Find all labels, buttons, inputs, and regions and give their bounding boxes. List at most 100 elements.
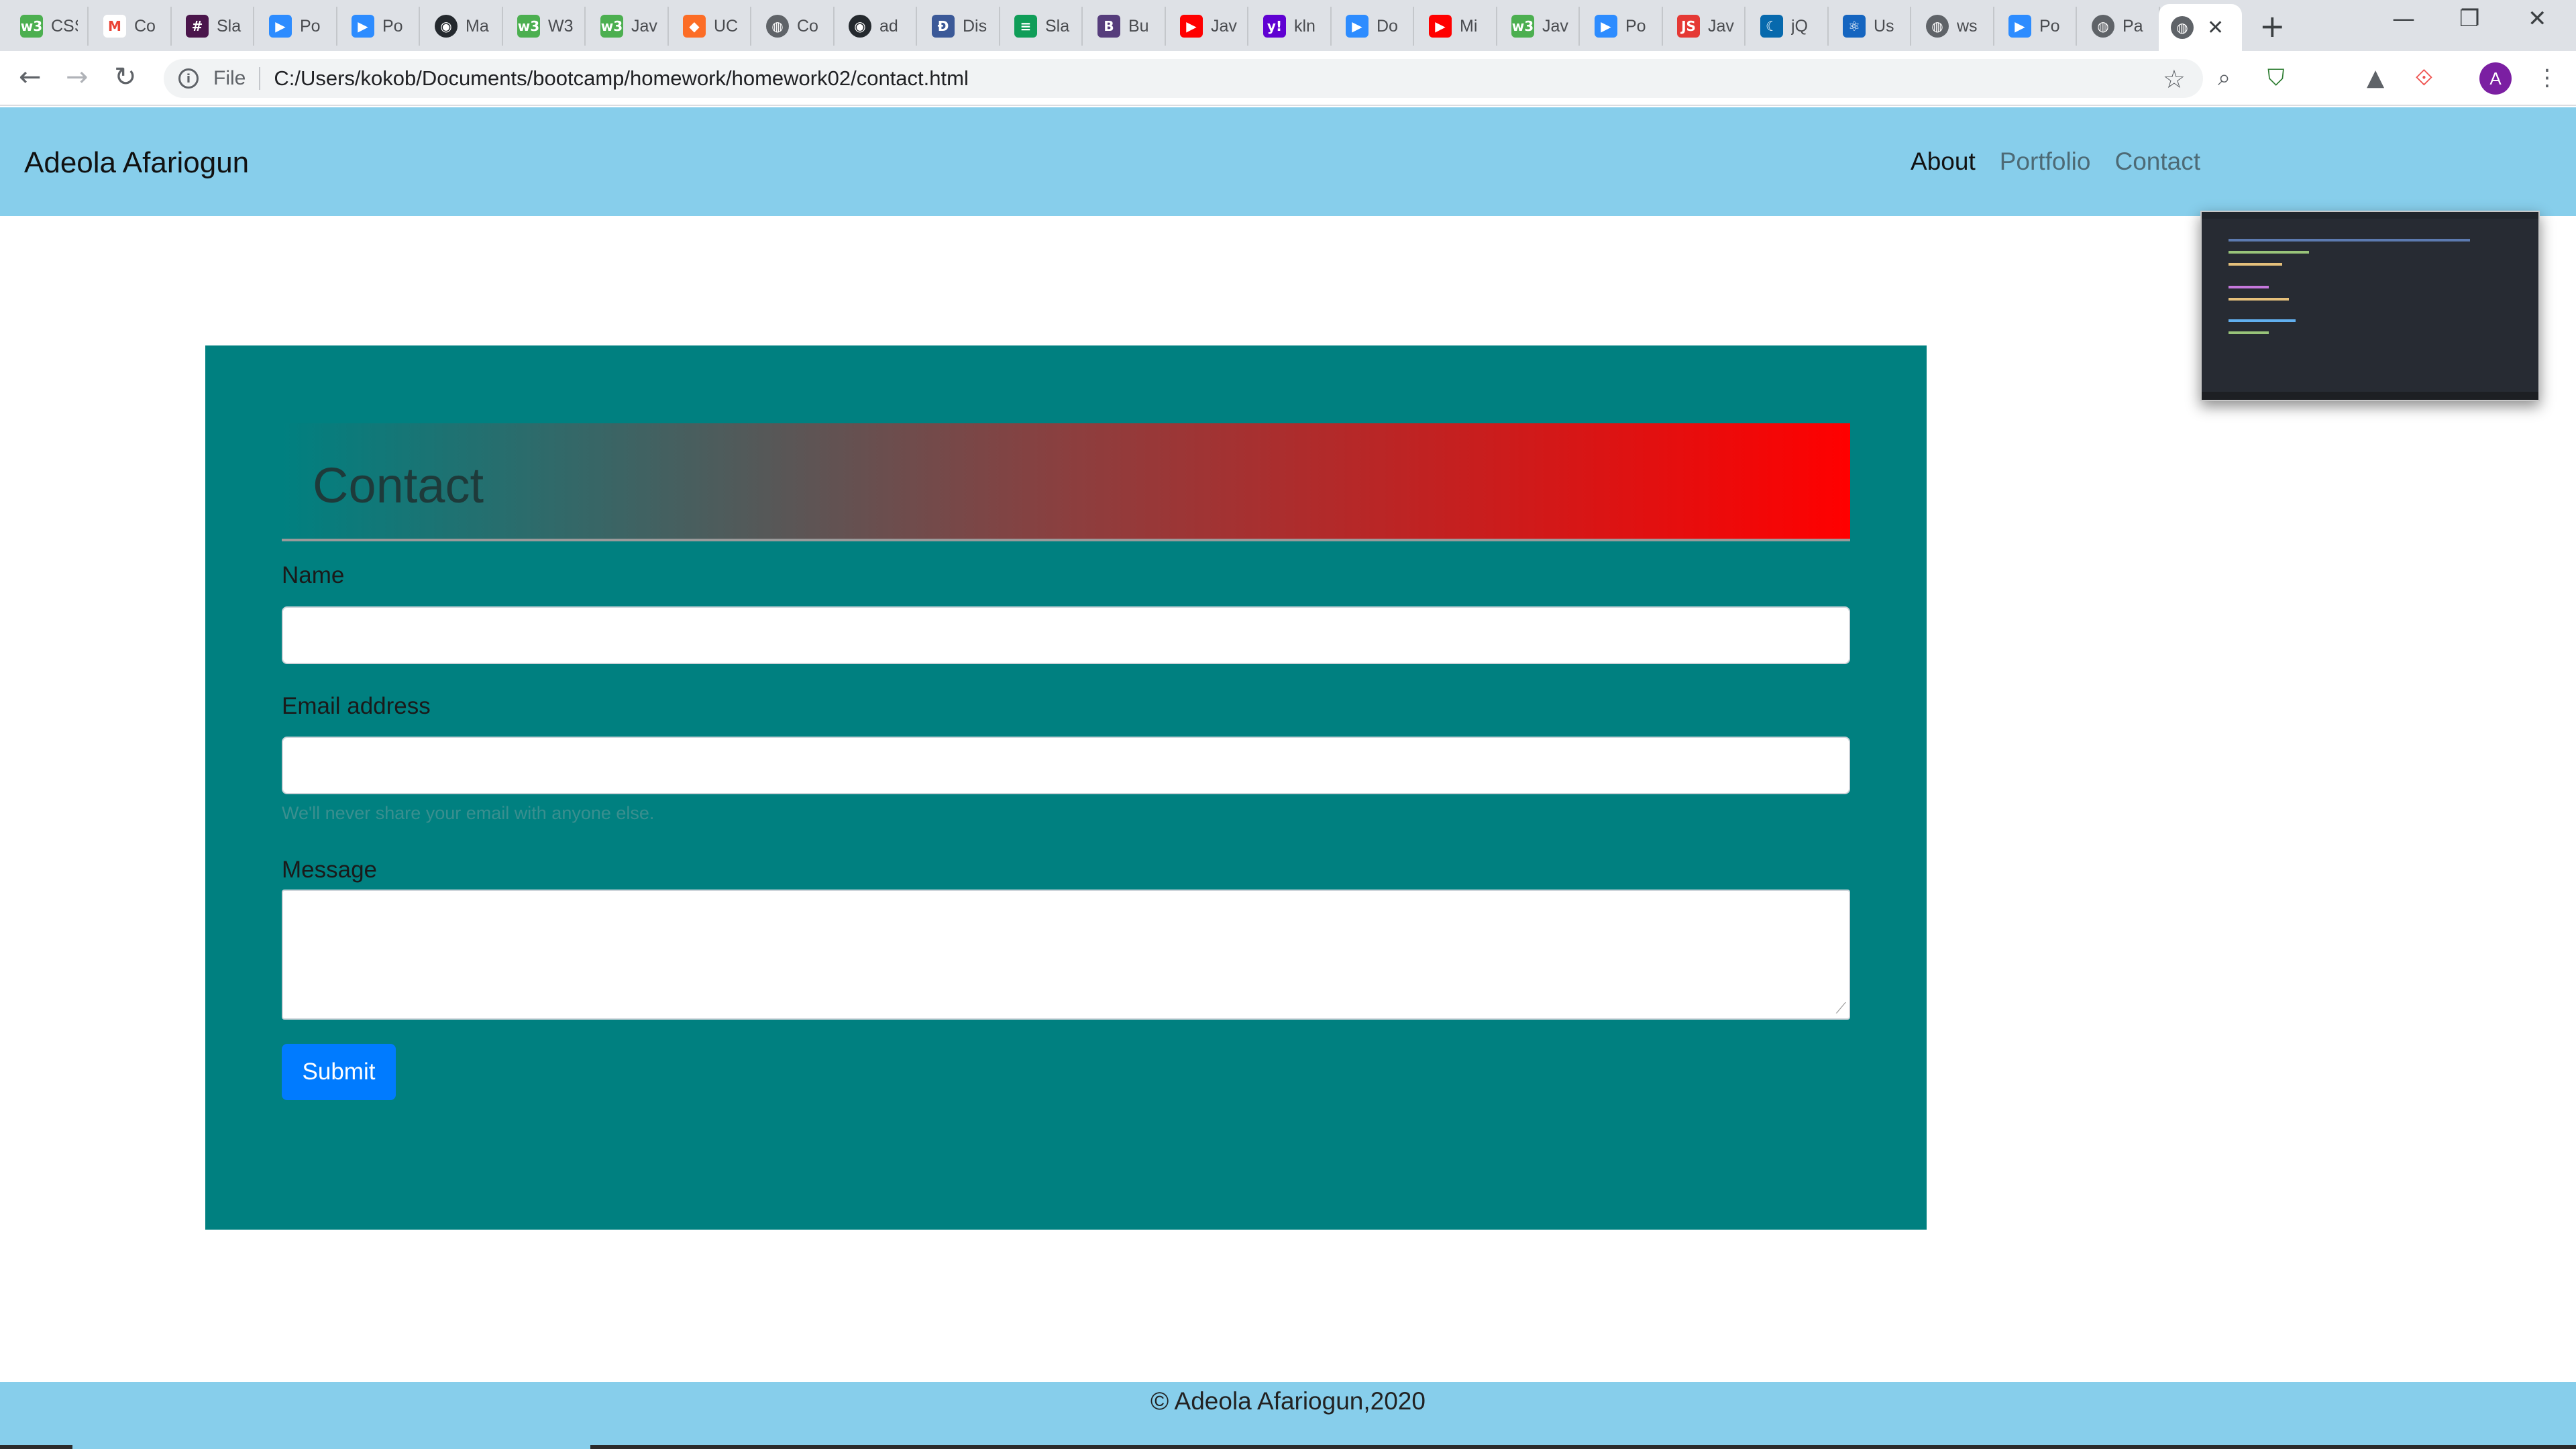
email-input[interactable] — [282, 737, 1850, 794]
browser-tab[interactable]: y! kln — [1248, 7, 1332, 46]
thumbnail-code-line — [2229, 319, 2296, 322]
sheets-icon: ≡ — [1014, 15, 1037, 38]
browser-tab-label: Sla — [217, 16, 241, 36]
bottom-edge-strip — [0, 1445, 2576, 1449]
browser-tab[interactable]: w3 CSS — [5, 7, 89, 46]
browser-tab[interactable]: ▶ Mi — [1414, 7, 1497, 46]
resize-handle-icon[interactable]: ⟋ — [1836, 1000, 1846, 1017]
menu-kebab-icon[interactable]: ⋮ — [2536, 64, 2559, 91]
browser-tab[interactable]: ▶ Do — [1331, 7, 1414, 46]
browser-tab[interactable]: ▶ Po — [1580, 7, 1663, 46]
zoom-icon: ▶ — [352, 15, 374, 38]
browser-tab-label: Pa — [2123, 16, 2143, 36]
jquery-icon: ☾ — [1760, 15, 1783, 38]
zoom-icon: ▶ — [1346, 15, 1368, 38]
drive-extension-icon[interactable]: ▲ — [2367, 64, 2384, 91]
file-scheme-label: File — [213, 67, 246, 89]
tab-active[interactable]: ◍ ✕ — [2159, 4, 2242, 51]
youtube-icon: ▶ — [1180, 15, 1203, 38]
thumbnail-code-line — [2229, 239, 2470, 241]
bookmark-star-icon[interactable]: ☆ — [2163, 64, 2186, 94]
back-button[interactable]: ← — [19, 62, 42, 93]
browser-tab[interactable]: M Co — [89, 7, 172, 46]
browser-tab[interactable]: ▶ Po — [254, 7, 337, 46]
zoom-icon: ▶ — [269, 15, 292, 38]
browser-tab-label: Po — [382, 16, 403, 36]
browser-tab-label: Po — [300, 16, 321, 36]
email-help-text: We'll never share your email with anyone… — [282, 803, 655, 823]
browser-tab[interactable]: w3 Jav — [586, 7, 669, 46]
browser-tab[interactable]: ◉ ad — [834, 7, 917, 46]
browser-tab-label: Sla — [1045, 16, 1070, 36]
w3schools-icon: w3 — [517, 15, 540, 38]
browser-tab[interactable]: ⚛ Us — [1828, 7, 1911, 46]
footer-copyright: © Adeola Afariogun,2020 — [1150, 1387, 1426, 1415]
nav-link-contact[interactable]: Contact — [2114, 148, 2200, 176]
omnibox[interactable]: i File C:/Users/kokob/Documents/bootcamp… — [164, 59, 2203, 98]
close-tab-icon[interactable]: ✕ — [2207, 16, 2224, 40]
w3schools-icon: w3 — [20, 15, 43, 38]
name-input[interactable] — [282, 606, 1850, 664]
gitlab-icon: ◆ — [683, 15, 706, 38]
nav-link-portfolio[interactable]: Portfolio — [2000, 148, 2091, 176]
bootstrap-icon: B — [1097, 15, 1120, 38]
message-textarea[interactable]: ⟋ — [282, 890, 1850, 1020]
browser-tab-label: Jav — [1542, 16, 1568, 36]
nav-link-about[interactable]: About — [1911, 148, 1976, 176]
reload-button[interactable]: ↻ — [114, 62, 137, 93]
browser-tab-label: Us — [1874, 16, 1894, 36]
browser-tab[interactable]: w3 Jav — [1497, 7, 1580, 46]
browser-tab-label: CSS — [51, 16, 78, 36]
shield-extension-icon[interactable]: ⛉ — [2267, 64, 2285, 91]
browser-tab-label: UC — [714, 16, 739, 36]
window-preview-thumbnail[interactable] — [2200, 211, 2540, 401]
browser-tab-label: Jav — [631, 16, 657, 36]
javascript-icon: JS — [1677, 15, 1700, 38]
thumbnail-titlebar — [2202, 212, 2538, 219]
globe-icon: ◍ — [2092, 15, 2114, 38]
browser-tab[interactable]: ☾ jQ — [1746, 7, 1829, 46]
browser-tab[interactable]: ▶ Jav — [1165, 7, 1248, 46]
thumbnail-code-line — [2229, 331, 2269, 334]
w3schools-icon: w3 — [1511, 15, 1534, 38]
gmail-icon: M — [103, 15, 126, 38]
github-icon: ◉ — [849, 15, 871, 38]
browser-tab[interactable]: ◍ Pa — [2077, 7, 2160, 46]
thumbnail-statusbar — [2202, 392, 2538, 400]
minimize-window-icon[interactable]: — — [2392, 5, 2415, 32]
browser-tab[interactable]: ◍ ws — [1911, 7, 1994, 46]
browser-tab[interactable]: B Bu — [1083, 7, 1166, 46]
browser-tab[interactable]: JS Jav — [1662, 7, 1746, 46]
browser-tab[interactable]: ≡ Sla — [1000, 7, 1083, 46]
thumbnail-code-line — [2229, 251, 2309, 254]
browser-tab[interactable]: ◍ Co — [751, 7, 835, 46]
browser-tab[interactable]: w3 W3 — [502, 7, 586, 46]
info-icon[interactable]: i — [178, 68, 199, 89]
url-text[interactable]: C:/Users/kokob/Documents/bootcamp/homewo… — [274, 66, 969, 91]
browser-tab[interactable]: ▶ Po — [337, 7, 420, 46]
browser-tab[interactable]: Ɖ Dis — [917, 7, 1000, 46]
contact-heading-banner: Contact — [282, 423, 1850, 541]
restore-window-icon[interactable]: ❐ — [2459, 5, 2479, 32]
forward-button[interactable]: → — [66, 62, 89, 93]
browser-tab-label: ws — [1957, 16, 1978, 36]
browser-tab[interactable]: # Sla — [171, 7, 254, 46]
thumbnail-code-line — [2229, 298, 2289, 301]
globe-icon: ◍ — [2171, 16, 2194, 39]
new-tab-button[interactable]: + — [2259, 8, 2286, 44]
site-brand[interactable]: Adeola Afariogun — [24, 146, 249, 180]
browser-tab[interactable]: ▶ Po — [1994, 7, 2077, 46]
submit-button[interactable]: Submit — [282, 1044, 396, 1100]
screencast-extension-icon[interactable]: ⟐ — [2415, 64, 2433, 91]
address-bar: ← → ↻ i File C:/Users/kokob/Documents/bo… — [0, 51, 2576, 106]
browser-tab-label: Po — [2039, 16, 2060, 36]
browser-tab[interactable]: ◆ UC — [668, 7, 751, 46]
browser-tab-label: Mi — [1460, 16, 1478, 36]
close-window-icon[interactable]: ✕ — [2528, 5, 2547, 32]
bottom-edge-segment — [590, 1445, 2576, 1449]
search-tab-icon[interactable]: ⌕ — [2218, 64, 2231, 91]
bottom-edge-segment — [0, 1445, 72, 1449]
profile-avatar[interactable]: A — [2479, 62, 2512, 95]
thumbnail-code-line — [2229, 286, 2269, 288]
browser-tab[interactable]: ◉ Ma — [420, 7, 503, 46]
